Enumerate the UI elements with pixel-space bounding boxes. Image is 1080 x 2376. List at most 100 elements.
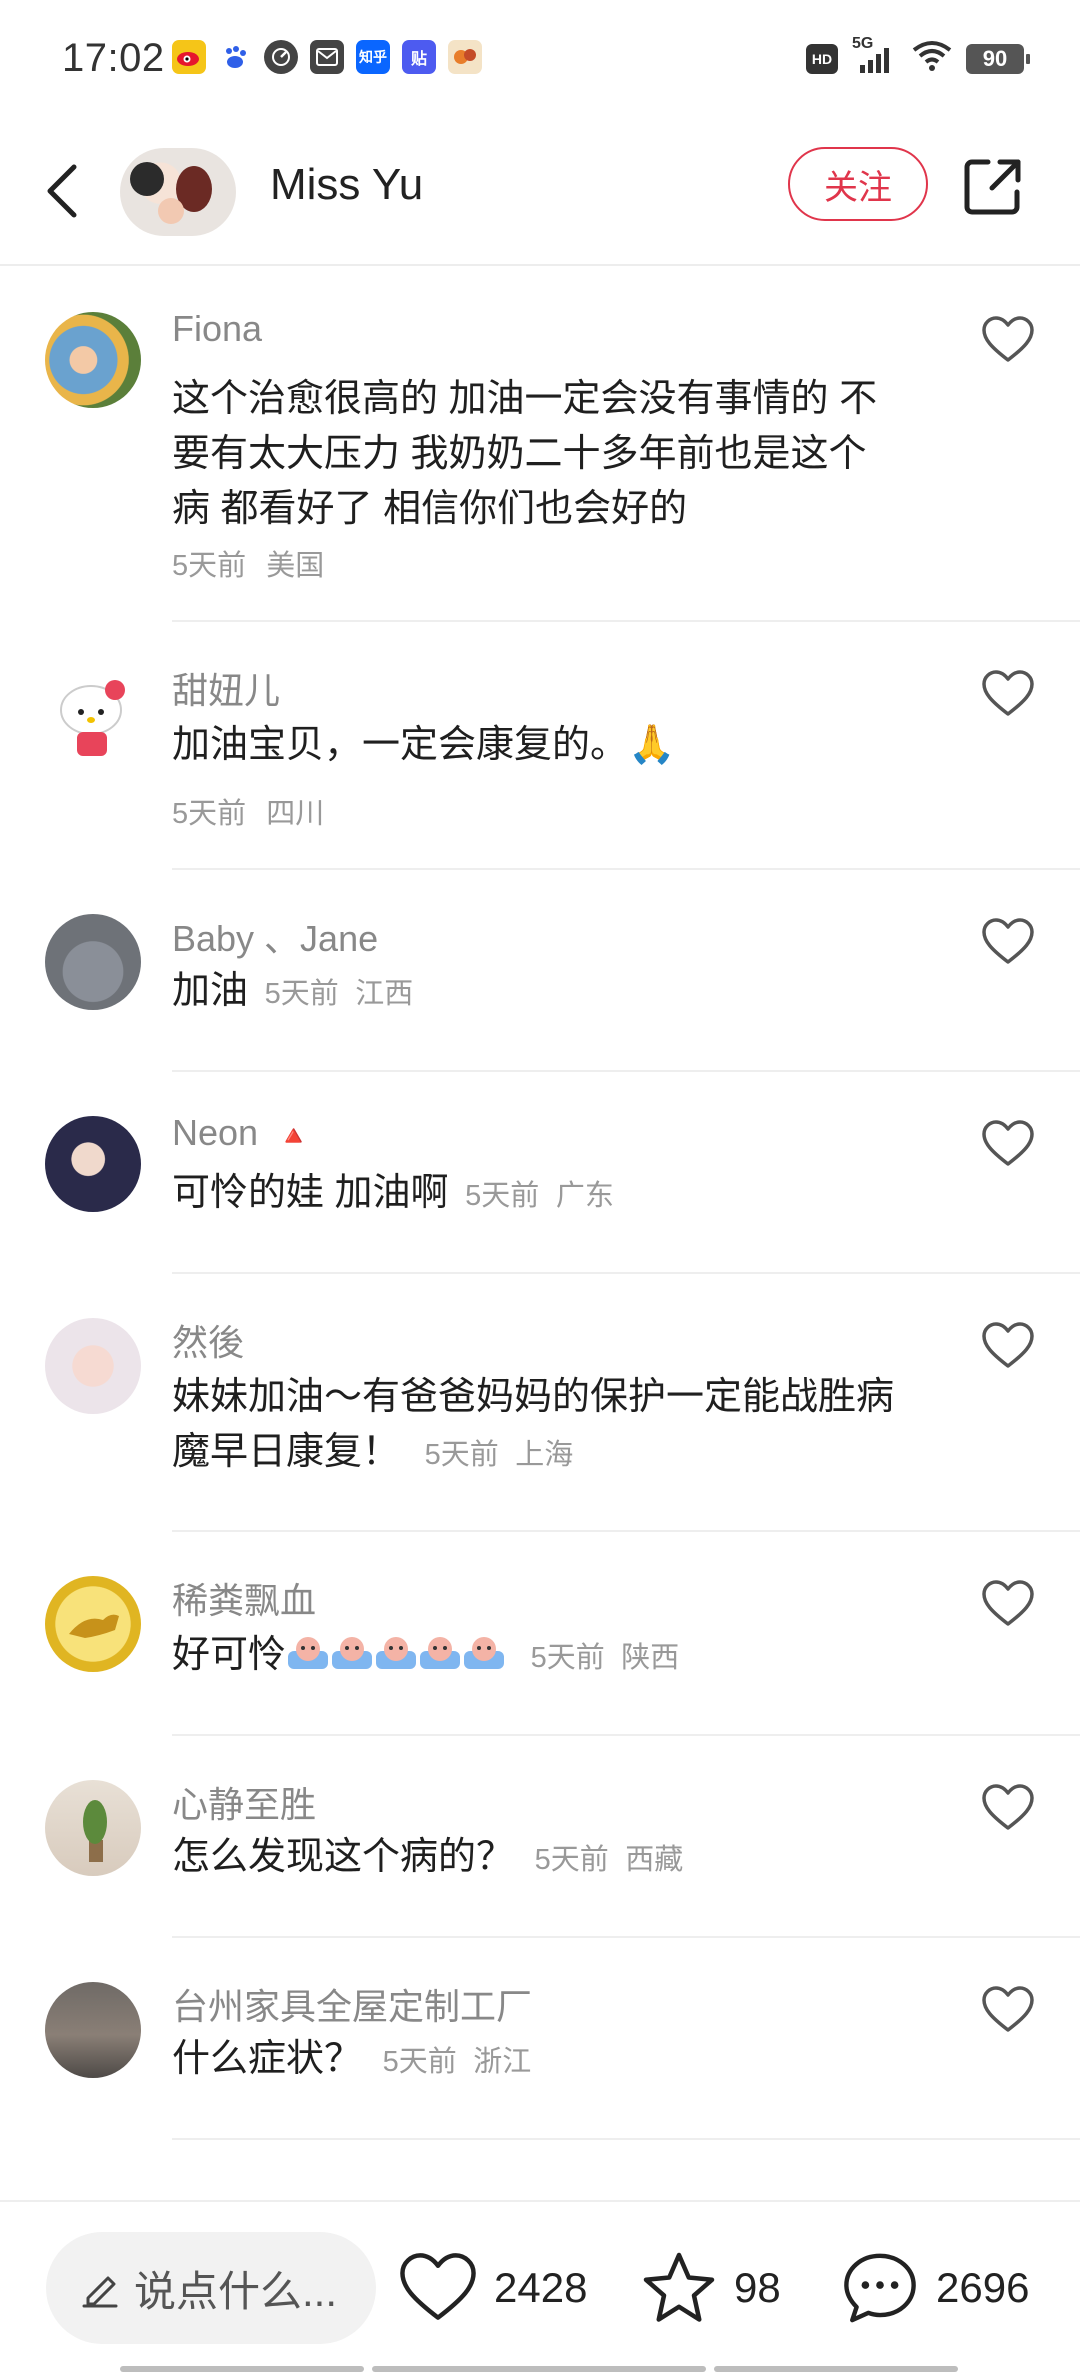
heart-outline-icon [982, 918, 1034, 964]
comment-item: 甜妞儿 加油宝贝，一定会康复的。🙏 5天前 四川 [0, 622, 1080, 870]
comment-text: 什么症状？ 5天前 浙江 [172, 2038, 532, 2080]
comment-count: 2696 [936, 2264, 1030, 2311]
heart-outline-icon [982, 1120, 1034, 1166]
commenter-name[interactable]: Neon 🔺 [172, 1112, 311, 1154]
back-button[interactable] [38, 156, 86, 226]
heart-outline-icon [982, 1322, 1034, 1368]
crying-emoji-icon [464, 1637, 505, 1669]
wifi-icon [912, 40, 952, 77]
red-triangle-icon: 🔺 [276, 1120, 311, 1151]
comment-location: 陕西 [621, 1642, 680, 1674]
comment-time: 5天前 [382, 2046, 457, 2078]
mail-icon [310, 40, 344, 74]
comment-item: 台州家具全屋定制工厂 什么症状？ 5天前 浙江 [0, 1938, 1080, 2140]
commenter-name[interactable]: Baby 、Jane [172, 910, 378, 962]
heart-outline-icon [982, 316, 1034, 362]
comment-item: Baby 、Jane 加油 5天前 江西 [0, 870, 1080, 1072]
comment-time: 5天前 [172, 798, 247, 830]
game-icon [448, 40, 482, 74]
like-button[interactable] [978, 1116, 1038, 1172]
follow-button[interactable]: 关注 [788, 147, 928, 221]
zhihu-icon: 知乎 [356, 40, 390, 74]
speed-icon [264, 40, 298, 74]
weibo-icon [172, 40, 206, 74]
like-button[interactable] [978, 1576, 1038, 1632]
crying-emoji-icon [420, 1637, 461, 1669]
commenter-avatar[interactable] [45, 312, 141, 408]
author-avatar[interactable] [120, 148, 236, 236]
comment-time: 5天前 [264, 978, 339, 1010]
hd-icon: HD [806, 43, 838, 74]
author-username[interactable]: Miss Yu [270, 160, 423, 210]
like-button[interactable] [978, 914, 1038, 970]
like-button[interactable] [978, 1780, 1038, 1836]
commenter-avatar[interactable] [45, 1318, 141, 1414]
comment-text: 加油 5天前 江西 [172, 970, 414, 1012]
comment-meta: 5天前 四川 [172, 790, 324, 832]
share-button[interactable] [960, 154, 1026, 220]
like-button[interactable] [978, 1982, 1038, 2038]
commenter-avatar[interactable] [45, 1780, 141, 1876]
bottom-action-bar: 说点什么... 2428 98 2696 [0, 2200, 1080, 2376]
heart-outline-icon [982, 670, 1034, 716]
like-button[interactable] [978, 1318, 1038, 1374]
comment-item: Fiona 这个治愈很高的 加油一定会没有事情的 不要有太大压力 我奶奶二十多年… [0, 268, 1080, 622]
comment-location: 广东 [555, 1180, 614, 1212]
heart-outline-icon [982, 1784, 1034, 1830]
comment-text: 怎么发现这个病的？ 5天前 西藏 [172, 1836, 684, 1878]
commenter-avatar[interactable] [45, 1116, 141, 1212]
comment-time: 5天前 [534, 1844, 609, 1876]
like-count-button[interactable]: 2428 [398, 2248, 587, 2328]
gesture-bar-segment [714, 2366, 958, 2372]
commenter-avatar[interactable] [45, 1576, 141, 1672]
chevron-left-icon [47, 164, 77, 218]
notification-icons: 知乎 贴 [172, 40, 482, 74]
favorite-count-button[interactable]: 98 [640, 2248, 781, 2328]
comment-input[interactable]: 说点什么... [46, 2232, 376, 2344]
system-icons: HD 5G 90 [806, 35, 1030, 77]
commenter-name[interactable]: Fiona [172, 308, 262, 350]
status-time: 17:02 [62, 36, 165, 80]
like-button[interactable] [978, 666, 1038, 722]
commenter-avatar[interactable] [45, 914, 141, 1010]
commenter-name[interactable]: 甜妞儿 [172, 662, 280, 714]
comment-location: 江西 [355, 978, 414, 1010]
comment-count-button[interactable]: 2696 [840, 2248, 1029, 2328]
commenter-name[interactable]: 台州家具全屋定制工厂 [172, 1978, 532, 2030]
commenter-avatar[interactable] [45, 1982, 141, 2078]
pray-emoji: 🙏 [628, 724, 676, 766]
heart-outline-icon [982, 1580, 1034, 1626]
tieba-icon: 贴 [402, 40, 436, 74]
crying-emoji-icon [288, 1637, 329, 1669]
heart-outline-icon [982, 1986, 1034, 2032]
heart-outline-icon [400, 2253, 476, 2320]
comment-text: 这个治愈很高的 加油一定会没有事情的 不要有太大压力 我奶奶二十多年前也是这个病… [172, 378, 878, 530]
comment-divider [172, 2138, 1080, 2140]
comment-item: 稀粪飘血 好可怜 5天前 陕西 [0, 1532, 1080, 1736]
signal-icon: 5G [852, 35, 898, 77]
status-bar: 17:02 知乎 贴 HD 5G 90 [0, 0, 1080, 118]
like-button[interactable] [978, 312, 1038, 368]
baidu-icon [218, 40, 252, 74]
pencil-icon [82, 2276, 118, 2308]
comment-time: 5天前 [530, 1642, 605, 1674]
comment-time: 5天前 [172, 550, 247, 582]
comment-location: 浙江 [473, 2046, 532, 2078]
comment-location: 四川 [266, 798, 325, 830]
commenter-name[interactable]: 心静至胜 [172, 1776, 316, 1828]
commenter-avatar[interactable] [45, 666, 141, 762]
comment-location: 西藏 [625, 1844, 684, 1876]
commenter-name[interactable]: 然後 [172, 1314, 244, 1366]
star-outline-icon [643, 2252, 715, 2322]
comment-item: 心静至胜 怎么发现这个病的？ 5天前 西藏 [0, 1736, 1080, 1938]
comment-time: 5天前 [424, 1439, 499, 1471]
share-icon [964, 159, 1021, 215]
comment-list: Fiona 这个治愈很高的 加油一定会没有事情的 不要有太大压力 我奶奶二十多年… [0, 268, 1080, 2140]
comment-text: 妹妹加油～有爸爸妈妈的保护一定能战胜病魔早日康复！ 5天前 上海 [172, 1376, 895, 1473]
comment-item: Neon 🔺 可怜的娃 加油啊 5天前 广东 [0, 1072, 1080, 1274]
comment-location: 美国 [266, 550, 325, 582]
comment-text: 好可怜 5天前 陕西 [172, 1634, 680, 1676]
gesture-bar-segment [120, 2366, 364, 2372]
commenter-name[interactable]: 稀粪飘血 [172, 1572, 316, 1624]
gesture-bar-segment [372, 2366, 706, 2372]
